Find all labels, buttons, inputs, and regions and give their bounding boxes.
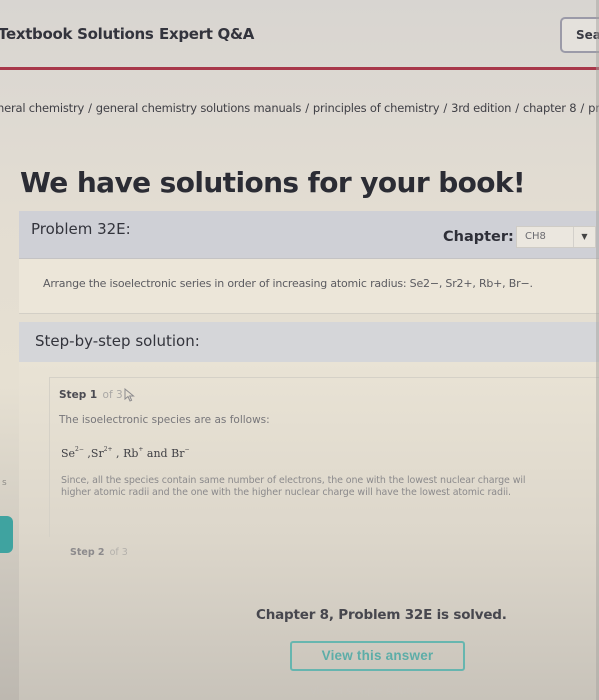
step-1-of: of 3: [102, 389, 123, 401]
problem-text: Arrange the isoelectronic series in orde…: [43, 277, 533, 290]
species-symbol: Rb: [123, 447, 139, 460]
chapter-select[interactable]: CH8 ▼: [516, 226, 596, 248]
page-title: We have solutions for your book!: [20, 166, 526, 199]
step-2-of: of 3: [109, 547, 128, 558]
species-charge: 2+: [103, 446, 113, 453]
step-1-intro: The isoelectronic species are as follows…: [59, 414, 270, 426]
chapter-select-value: CH8: [525, 231, 546, 242]
species-symbol: Sr: [90, 447, 104, 460]
chevron-down-icon[interactable]: ▼: [573, 227, 595, 247]
view-sample-solution-link[interactable]: View a sample solution: [310, 686, 425, 697]
nav-textbook-solutions[interactable]: Textbook Solutions: [0, 25, 154, 43]
species-separator: ,: [83, 447, 91, 460]
side-letter: s: [2, 478, 7, 488]
species-symbol: Br: [171, 447, 185, 460]
species-charge: −: [184, 446, 190, 453]
step-2-label: Step 2: [70, 547, 105, 558]
species-charge: 2−: [75, 446, 84, 453]
step-1-label: Step 1: [59, 389, 98, 401]
explanation-line: higher atomic radii and the one with the…: [61, 487, 511, 498]
problem-header: Problem 32E: Chapter: CH8 ▼: [19, 211, 599, 259]
solution-header: Step-by-step solution:: [19, 322, 599, 362]
problem-body: Arrange the isoelectronic series in orde…: [19, 259, 599, 314]
top-nav: Textbook Solutions Expert Q&A Sea: [0, 0, 599, 70]
solution-header-label: Step-by-step solution:: [35, 332, 200, 350]
problem-label: Problem 32E:: [31, 220, 131, 238]
species-list: Se2− ,Sr2+ , Rb+ and Br−: [61, 446, 189, 460]
species-separator: ,: [112, 447, 124, 460]
species-separator: and: [143, 447, 172, 460]
page: Textbook Solutions Expert Q&A Sea neral …: [0, 0, 599, 700]
side-tab-button[interactable]: [0, 516, 13, 553]
chapter-label: Chapter:: [443, 229, 514, 245]
breadcrumb-separator: /: [88, 101, 92, 115]
step-1-title: Step 1 of 3: [59, 389, 123, 401]
step-1-explanation: Since, all the species contain same numb…: [61, 475, 526, 499]
search-input[interactable]: Sea: [560, 17, 599, 53]
breadcrumb-item[interactable]: chapter 8: [523, 101, 577, 115]
species-symbol: Se: [61, 447, 76, 460]
header-divider: [0, 67, 599, 70]
breadcrumb-separator: /: [515, 101, 519, 115]
step-2-title: Step 2 of 3: [70, 547, 128, 558]
nav-expert-qa[interactable]: Expert Q&A: [159, 25, 254, 43]
breadcrumb-separator: /: [443, 101, 448, 115]
breadcrumb-item[interactable]: general chemistry solutions manuals: [96, 101, 302, 115]
breadcrumb-separator: /: [305, 101, 309, 115]
explanation-line: Since, all the species contain same numb…: [61, 475, 526, 486]
breadcrumb-item[interactable]: principles of chemistry: [313, 101, 440, 115]
breadcrumb-separator: /: [580, 101, 585, 115]
breadcrumb-item[interactable]: 3rd edition: [451, 101, 511, 115]
breadcrumb: neral chemistry / general chemistry soluti…: [0, 101, 599, 115]
solved-message: Chapter 8, Problem 32E is solved.: [256, 607, 507, 623]
mouse-cursor-icon: [124, 388, 135, 402]
view-answer-button[interactable]: View this answer: [290, 641, 465, 671]
breadcrumb-item[interactable]: neral chemistry: [0, 101, 84, 115]
